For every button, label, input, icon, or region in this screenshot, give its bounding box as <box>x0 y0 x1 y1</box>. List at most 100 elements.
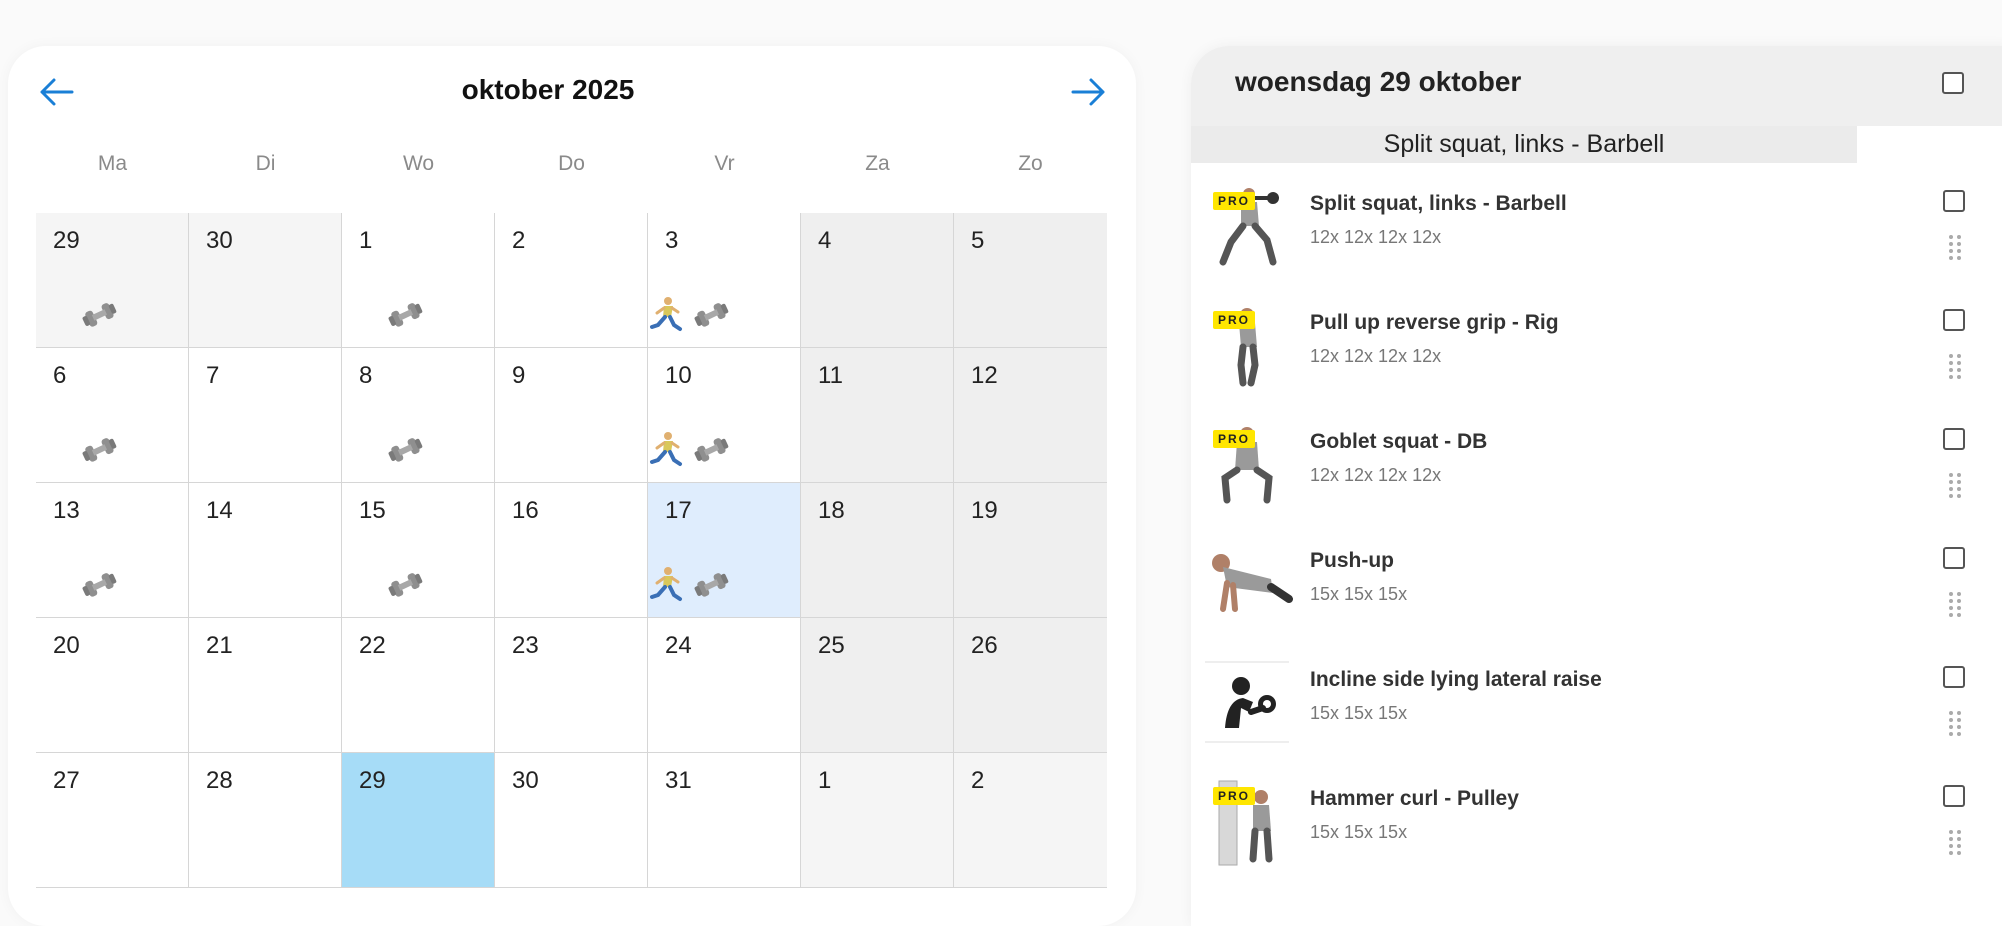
drag-handle-icon[interactable] <box>1948 353 1962 381</box>
exercise-checkbox[interactable] <box>1943 428 1965 450</box>
exercise-checkbox[interactable] <box>1943 666 1965 688</box>
calendar-day[interactable]: 9 <box>495 348 648 483</box>
day-number: 21 <box>206 632 233 659</box>
day-number: 1 <box>359 227 373 254</box>
day-number: 17 <box>665 497 692 524</box>
exercise-sets: 15x 15x 15x <box>1310 822 1408 842</box>
exercise-sets: 12x 12x 12x 12x <box>1310 465 1442 485</box>
day-number: 31 <box>665 767 692 794</box>
exercise-thumbnail <box>1201 656 1293 748</box>
exercise-item[interactable]: Push-up 15x 15x 15x <box>1191 527 2002 645</box>
calendar-day-selected[interactable]: 17 <box>648 483 801 618</box>
drag-handle-icon[interactable] <box>1948 829 1962 857</box>
calendar-day[interactable]: 18 <box>801 483 954 618</box>
drag-handle-icon[interactable] <box>1948 472 1962 500</box>
day-number: 29 <box>359 767 386 794</box>
calendar-day[interactable]: 22 <box>342 618 495 753</box>
day-number: 19 <box>971 497 998 524</box>
arrow-right-icon[interactable] <box>1069 72 1109 112</box>
day-number: 28 <box>206 767 233 794</box>
calendar-day[interactable]: 15 <box>342 483 495 618</box>
calendar-day[interactable]: 2 <box>495 213 648 348</box>
day-number: 16 <box>512 497 539 524</box>
calendar-day[interactable]: 10 <box>648 348 801 483</box>
dumbbell-icon <box>692 430 730 468</box>
exercise-thumbnail <box>1201 537 1293 629</box>
weekday-label: Do <box>558 152 585 175</box>
dumbbell-icon <box>692 565 730 603</box>
exercise-item[interactable]: Incline side lying lateral raise 15x 15x… <box>1191 646 2002 764</box>
day-number: 29 <box>53 227 80 254</box>
calendar-day[interactable]: 13 <box>36 483 189 618</box>
pro-badge: PRO <box>1213 787 1256 805</box>
day-number: 11 <box>818 362 843 389</box>
day-number: 9 <box>512 362 526 389</box>
exercise-checkbox[interactable] <box>1943 190 1965 212</box>
calendar-day[interactable]: 24 <box>648 618 801 753</box>
calendar-day[interactable]: 29 <box>36 213 189 348</box>
exercise-item[interactable]: PRO Goblet squat - DB 12x 12x 12x 12x <box>1191 408 2002 526</box>
calendar-day[interactable]: 20 <box>36 618 189 753</box>
calendar-day[interactable]: 16 <box>495 483 648 618</box>
exercise-name: Push-up <box>1310 549 1394 572</box>
weekday-label: Vr <box>714 152 735 175</box>
calendar-day[interactable]: 11 <box>801 348 954 483</box>
day-number: 13 <box>53 497 80 524</box>
calendar-day[interactable]: 31 <box>648 753 801 888</box>
exercise-thumbnail: PRO <box>1201 180 1293 272</box>
calendar-day[interactable]: 5 <box>954 213 1107 348</box>
calendar-day[interactable]: 26 <box>954 618 1107 753</box>
calendar-day[interactable]: 27 <box>36 753 189 888</box>
drag-handle-icon[interactable] <box>1948 591 1962 619</box>
panel-title: woensdag 29 oktober <box>1235 66 1522 97</box>
calendar-day[interactable]: 30 <box>495 753 648 888</box>
exercise-thumbnail: PRO <box>1201 299 1293 391</box>
calendar-day[interactable]: 1 <box>342 213 495 348</box>
calendar-day[interactable]: 2 <box>954 753 1107 888</box>
day-number: 12 <box>971 362 998 389</box>
exercise-name: Split squat, links - Barbell <box>1310 192 1567 215</box>
exercise-name: Incline side lying lateral raise <box>1310 668 1602 691</box>
calendar-day[interactable]: 25 <box>801 618 954 753</box>
pro-badge: PRO <box>1213 192 1256 210</box>
exercise-item[interactable]: PRO Split squat, links - Barbell 12x 12x… <box>1191 170 2002 288</box>
exercise-checkbox[interactable] <box>1943 547 1965 569</box>
calendar-day[interactable]: 6 <box>36 348 189 483</box>
calendar-day[interactable]: 1 <box>801 753 954 888</box>
calendar-day[interactable]: 28 <box>189 753 342 888</box>
calendar-day[interactable]: 7 <box>189 348 342 483</box>
exercise-item[interactable]: PRO Pull up reverse grip - Rig 12x 12x 1… <box>1191 289 2002 407</box>
dumbbell-icon <box>80 430 118 468</box>
day-number: 2 <box>512 227 526 254</box>
calendar-day[interactable]: 4 <box>801 213 954 348</box>
exercise-thumbnail: PRO <box>1201 775 1293 867</box>
calendar-day[interactable]: 19 <box>954 483 1107 618</box>
calendar-day[interactable]: 8 <box>342 348 495 483</box>
select-all-checkbox[interactable] <box>1942 72 1964 94</box>
calendar-day[interactable]: 23 <box>495 618 648 753</box>
drag-handle-icon[interactable] <box>1948 710 1962 738</box>
calendar-day[interactable]: 12 <box>954 348 1107 483</box>
runner-icon <box>648 565 686 603</box>
calendar-day-today[interactable]: 29 <box>342 753 495 888</box>
calendar-day[interactable]: 3 <box>648 213 801 348</box>
exercise-thumbnail: PRO <box>1201 418 1293 510</box>
exercise-checkbox[interactable] <box>1943 785 1965 807</box>
calendar-grid: 29 30 1 2 3 4 5 6 7 8 9 10 11 12 13 14 1… <box>36 213 1115 888</box>
calendar-header: oktober 2025 <box>8 46 1136 138</box>
calendar-day[interactable]: 14 <box>189 483 342 618</box>
exercise-item[interactable]: PRO Hammer curl - Pulley 15x 15x 15x <box>1191 765 2002 883</box>
dumbbell-icon <box>386 565 424 603</box>
day-number: 4 <box>818 227 832 254</box>
day-number: 30 <box>206 227 233 254</box>
exercise-sets: 15x 15x 15x <box>1310 584 1408 604</box>
calendar-day[interactable]: 21 <box>189 618 342 753</box>
calendar-day[interactable]: 30 <box>189 213 342 348</box>
exercise-checkbox[interactable] <box>1943 309 1965 331</box>
dumbbell-icon <box>386 430 424 468</box>
exercise-name: Hammer curl - Pulley <box>1310 787 1519 810</box>
exercise-sets: 15x 15x 15x <box>1310 703 1408 723</box>
weekday-label: Za <box>865 152 890 175</box>
drag-handle-icon[interactable] <box>1948 234 1962 262</box>
day-number: 1 <box>818 767 832 794</box>
